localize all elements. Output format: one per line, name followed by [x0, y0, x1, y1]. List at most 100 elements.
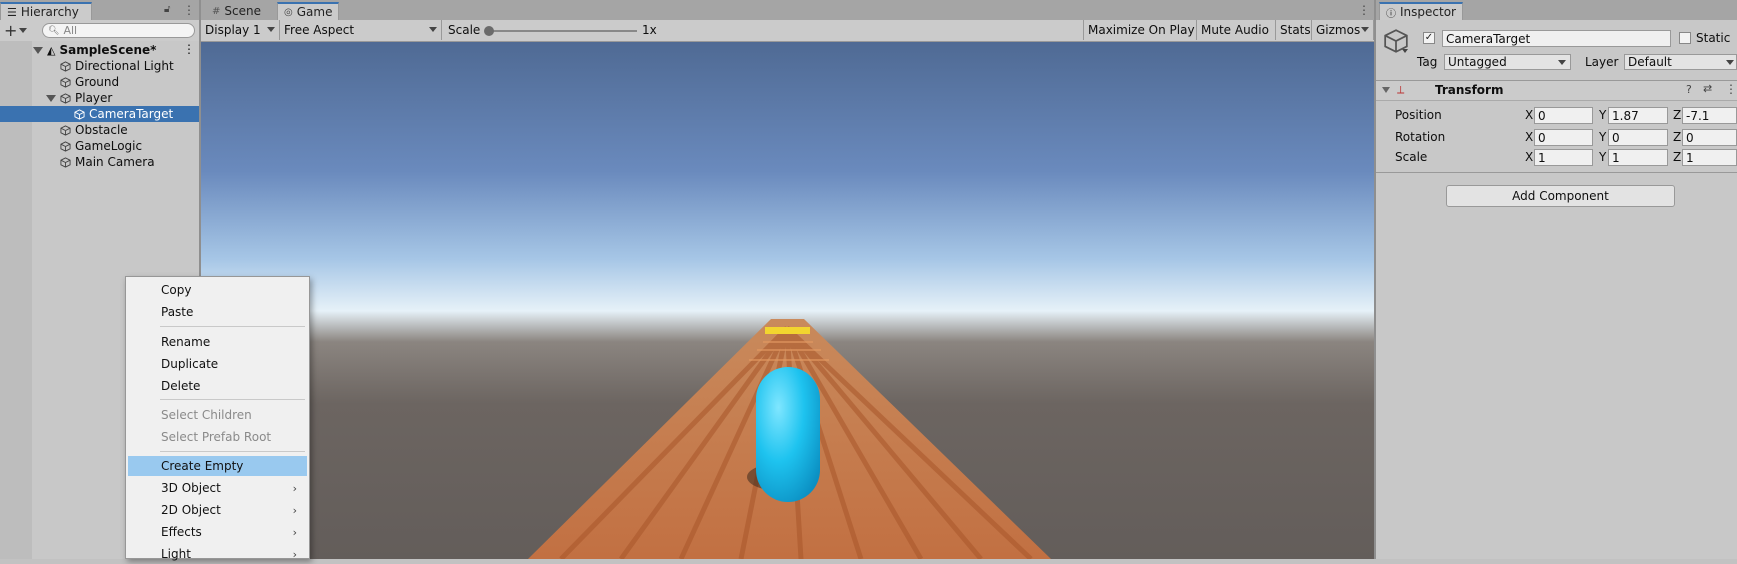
kebab-icon[interactable]: ⋮ [183, 3, 195, 17]
submenu-arrow-icon: › [292, 525, 297, 539]
gameobject-cube-icon [60, 124, 71, 136]
expand-arrow-icon[interactable] [33, 46, 43, 54]
hierarchy-item-label: Directional Light [75, 59, 174, 73]
position-x-field[interactable]: 0 [1534, 107, 1593, 124]
tab-hierarchy-label: Hierarchy [20, 5, 79, 19]
scene-menu-kebab-icon[interactable]: ⋮ [183, 42, 195, 56]
scene-row[interactable]: ◭ SampleScene* ⋮ [0, 42, 198, 58]
create-dropdown[interactable]: + [4, 22, 30, 39]
add-component-button[interactable]: Add Component [1446, 185, 1675, 207]
menu-item-duplicate[interactable]: Duplicate [128, 354, 307, 374]
rotation-z-field[interactable]: 0 [1682, 129, 1737, 146]
menu-separator [160, 451, 305, 452]
display-dropdown[interactable]: Display 1 [201, 20, 280, 40]
chevron-down-icon [1558, 60, 1566, 65]
object-name-field[interactable]: CameraTarget [1442, 30, 1671, 47]
hierarchy-search-field[interactable]: 🔍︎ All [42, 23, 195, 38]
rotation-y-field[interactable]: 0 [1608, 129, 1668, 146]
tab-inspector-label: Inspector [1400, 5, 1456, 19]
expand-arrow-icon[interactable] [46, 94, 56, 102]
gizmos-button[interactable]: Gizmos [1312, 20, 1374, 40]
tab-inspector[interactable]: ⓘ Inspector [1379, 2, 1463, 20]
menu-item-3d-object[interactable]: 3D Object › [128, 478, 307, 498]
menu-item-copy[interactable]: Copy [128, 280, 307, 300]
scene-name: SampleScene* [59, 43, 157, 57]
aspect-dropdown[interactable]: Free Aspect [280, 20, 442, 40]
static-checkbox[interactable] [1679, 32, 1691, 44]
scale-z-field[interactable]: 1 [1682, 149, 1737, 166]
stats-label: Stats [1280, 23, 1311, 37]
lock-icon[interactable]: 🔓︎ [164, 4, 170, 15]
help-icon[interactable]: ? [1686, 83, 1692, 96]
aspect-value: Free Aspect [284, 23, 355, 37]
menu-separator [160, 326, 305, 327]
component-kebab-icon[interactable]: ⋮ [1725, 82, 1737, 96]
add-component-label: Add Component [1512, 189, 1609, 203]
menu-item-light[interactable]: Light › [128, 544, 307, 564]
scale-label: Scale [1395, 150, 1428, 164]
obstacle-bar [765, 327, 810, 334]
tab-hierarchy[interactable]: ☰ Hierarchy [0, 2, 92, 20]
axis-z-label: Z [1673, 150, 1682, 164]
gameobject-cube-icon [60, 76, 71, 88]
chevron-down-icon [267, 27, 275, 32]
grid-icon: # [212, 5, 221, 17]
gameobject-cube-icon [60, 60, 71, 72]
icon-dropdown-chevron-icon[interactable] [1402, 49, 1408, 53]
gameobject-cube-icon [60, 140, 71, 152]
stats-button[interactable]: Stats [1276, 20, 1312, 40]
info-icon: ⓘ [1386, 8, 1396, 20]
position-z-field[interactable]: -7.1 [1682, 107, 1737, 124]
menu-item-paste[interactable]: Paste [128, 302, 307, 322]
game-toolbar: Display 1 Free Aspect Scale 1x Maximize … [201, 20, 1374, 42]
game-tabstrip [201, 0, 1374, 20]
field-value: 1.87 [1612, 108, 1639, 123]
tab-scene[interactable]: # Scene [206, 2, 274, 20]
transform-title: Transform [1435, 83, 1504, 97]
menu-item-delete[interactable]: Delete [128, 376, 307, 396]
presets-icon[interactable]: ⇄ [1703, 82, 1712, 95]
menu-item-label: Rename [161, 335, 211, 349]
rotation-x-field[interactable]: 0 [1534, 129, 1593, 146]
menu-separator [160, 399, 305, 400]
maximize-on-play-button[interactable]: Maximize On Play [1083, 20, 1197, 40]
submenu-arrow-icon: › [292, 481, 297, 495]
layer-label: Layer [1585, 55, 1619, 69]
axis-x-label: X [1525, 108, 1534, 122]
display-value: Display 1 [205, 23, 261, 37]
menu-item-effects[interactable]: Effects › [128, 522, 307, 542]
collapse-arrow-icon[interactable] [1382, 87, 1390, 93]
tag-label: Tag [1417, 55, 1438, 69]
chevron-down-icon [1361, 27, 1369, 32]
scale-slider[interactable] [484, 26, 637, 36]
unity-scene-icon: ◭ [47, 43, 56, 57]
transform-header[interactable]: ⟂ Transform ? ⇄ ⋮ [1376, 80, 1737, 101]
menu-item-label: Duplicate [161, 357, 219, 371]
mute-audio-button[interactable]: Mute Audio [1197, 20, 1276, 40]
field-value: 1 [1538, 150, 1546, 165]
inspector-body: ✓ CameraTarget Static Tag Untagged Layer… [1376, 20, 1737, 559]
field-value: 0 [1538, 108, 1546, 123]
menu-item-label: Select Children [161, 408, 252, 422]
static-label: Static [1696, 31, 1731, 45]
field-value: 0 [1612, 130, 1620, 145]
scale-slider-thumb[interactable] [484, 26, 494, 36]
field-value: 0 [1538, 130, 1546, 145]
scale-x-field[interactable]: 1 [1534, 149, 1593, 166]
scale-y-field[interactable]: 1 [1608, 149, 1668, 166]
menu-item-2d-object[interactable]: 2D Object › [128, 500, 307, 520]
field-value: 1 [1686, 150, 1694, 165]
game-view-kebab-icon[interactable]: ⋮ [1358, 3, 1370, 17]
tab-game[interactable]: ◎ Game [277, 2, 339, 20]
menu-item-create-empty[interactable]: Create Empty [128, 456, 307, 476]
active-checkbox[interactable]: ✓ [1423, 32, 1435, 44]
tag-dropdown[interactable]: Untagged [1444, 54, 1571, 70]
layer-dropdown[interactable]: Default [1624, 54, 1737, 70]
menu-item-rename[interactable]: Rename [128, 332, 307, 352]
position-y-field[interactable]: 1.87 [1608, 107, 1668, 124]
plus-icon: + [4, 20, 18, 40]
axis-x-label: X [1525, 150, 1534, 164]
game-viewport[interactable] [201, 42, 1374, 559]
menu-item-label: 3D Object [161, 481, 221, 495]
inspector-section-divider [1376, 172, 1737, 173]
